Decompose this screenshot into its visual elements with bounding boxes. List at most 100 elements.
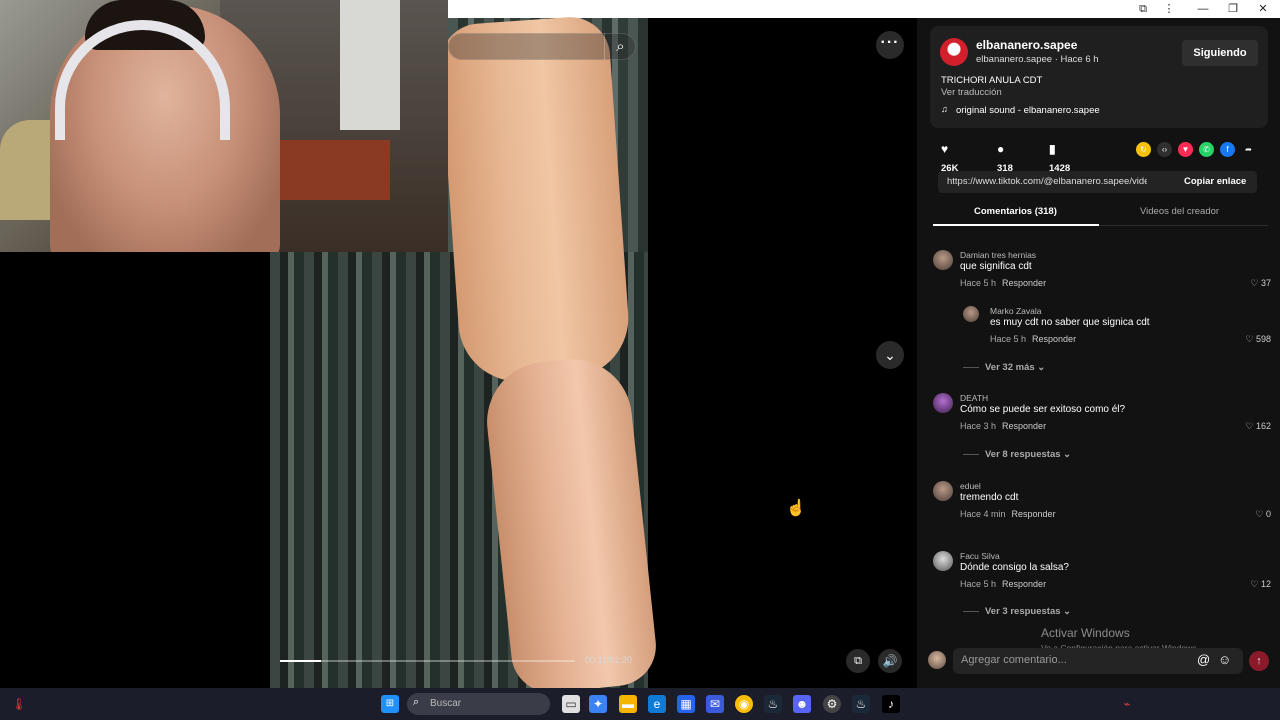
video-url[interactable]: https://www.tiktok.com/@elbananero.sapee…: [947, 176, 1147, 187]
task-view-icon[interactable]: ▭: [562, 695, 580, 713]
avatar[interactable]: [963, 306, 979, 322]
video-subject: [437, 14, 633, 386]
steam-alt-icon[interactable]: ♨: [852, 695, 870, 713]
author-card: elbananero.sapee elbananero.sapee · Hace…: [930, 26, 1268, 128]
heart-outline-icon: ♡: [1245, 421, 1256, 431]
search-icon[interactable]: ⌕: [604, 33, 636, 60]
author-name[interactable]: elbananero.sapee: [976, 38, 1077, 52]
like-stat[interactable]: ♥26K: [941, 140, 958, 174]
puzzle-icon[interactable]: ⧉: [1136, 2, 1150, 16]
comment-stat[interactable]: ●318: [997, 140, 1013, 174]
view-more-replies[interactable]: Ver 32 más ⌄: [963, 362, 1045, 373]
kebab-icon[interactable]: ⋮: [1162, 2, 1176, 16]
save-stat[interactable]: ▮1428: [1049, 140, 1070, 174]
embed-icon[interactable]: ‹›: [1157, 142, 1172, 157]
more-replies-label: Ver 3 respuestas: [985, 606, 1061, 617]
send-button[interactable]: ↑: [1249, 651, 1269, 671]
windows-start-icon[interactable]: ⊞: [381, 695, 399, 713]
comment-meta: Hace 5 h Responder: [960, 278, 1046, 288]
avatar[interactable]: [933, 393, 953, 413]
share-arrow-icon[interactable]: ➦: [1241, 142, 1256, 157]
view-more-replies[interactable]: Ver 3 respuestas ⌄: [963, 606, 1071, 617]
comment-like[interactable]: ♡ 0: [1255, 509, 1271, 520]
emoji-icon[interactable]: ☺: [1218, 652, 1231, 667]
avatar[interactable]: [928, 651, 946, 669]
comment-text: que significa cdt: [960, 261, 1032, 272]
comment-like-count: 12: [1260, 579, 1271, 589]
tiktok-icon[interactable]: ♪: [882, 695, 900, 713]
comment-user[interactable]: Marko Zavala: [990, 306, 1042, 316]
comment-like[interactable]: ♡ 598: [1245, 334, 1271, 345]
reply-button[interactable]: Responder: [1032, 334, 1076, 344]
comment-icon: ●: [997, 142, 1005, 156]
comment-time: Hace 5 h: [960, 579, 997, 589]
avatar[interactable]: [933, 551, 953, 571]
edge-icon[interactable]: e: [648, 695, 666, 713]
comment-user[interactable]: eduel: [960, 481, 981, 491]
tray-icon[interactable]: ⌁: [1118, 695, 1136, 713]
comment-like-count: 37: [1260, 278, 1271, 288]
tab-creator-videos[interactable]: Videos del creador: [1140, 206, 1219, 217]
steam-icon[interactable]: ♨: [764, 695, 782, 713]
comment-text: Dónde consigo la salsa?: [960, 562, 1069, 573]
chrome-icon[interactable]: ◉: [735, 695, 753, 713]
view-more-replies[interactable]: Ver 8 respuestas ⌄: [963, 449, 1071, 460]
author-subtitle: elbananero.sapee · Hace 6 h: [976, 54, 1099, 65]
comment-user[interactable]: Damian tres hernias: [960, 250, 1036, 260]
video-time: 00:11/01:20: [585, 655, 632, 665]
more-dots-icon[interactable]: ···: [876, 31, 904, 59]
comment-user[interactable]: Facu Silva: [960, 551, 1000, 561]
video-progress-bar[interactable]: [280, 660, 575, 662]
avatar[interactable]: [933, 250, 953, 270]
follow-button[interactable]: Siguiendo: [1182, 40, 1258, 66]
side-panel: elbananero.sapee elbananero.sapee · Hace…: [917, 18, 1280, 688]
picture-in-picture-icon[interactable]: ⧉: [846, 649, 870, 673]
settings-icon[interactable]: ⚙: [823, 695, 841, 713]
restore-button[interactable]: ❐: [1226, 2, 1240, 16]
tab-comments[interactable]: Comentarios (318): [974, 206, 1057, 217]
comment-like[interactable]: ♡ 162: [1245, 421, 1271, 432]
taskbar-search-placeholder: Buscar: [430, 698, 462, 709]
repost-icon[interactable]: ↻: [1136, 142, 1151, 157]
mail-icon[interactable]: ✉: [706, 695, 724, 713]
tab-underline: [933, 224, 1099, 226]
thermometer-icon[interactable]: 🌡: [10, 695, 28, 713]
whatsapp-icon[interactable]: ✆: [1199, 142, 1214, 157]
comment-input[interactable]: Agregar comentario... @ ☺: [953, 648, 1243, 674]
more-replies-label: Ver 8 respuestas: [985, 449, 1061, 460]
store-icon[interactable]: ▦: [677, 695, 695, 713]
comment-placeholder: Agregar comentario...: [961, 654, 1067, 666]
facebook-icon[interactable]: f: [1220, 142, 1235, 157]
chevron-down-icon[interactable]: ⌄: [876, 341, 904, 369]
reply-button[interactable]: Responder: [1012, 509, 1056, 519]
file-explorer-icon[interactable]: ▬: [619, 695, 637, 713]
comment-like[interactable]: ♡ 37: [1250, 278, 1271, 289]
heart-outline-icon: ♡: [1250, 278, 1261, 288]
bookmark-icon: ▮: [1049, 142, 1056, 156]
reply-button[interactable]: Responder: [1002, 421, 1046, 431]
comment-like[interactable]: ♡ 12: [1250, 579, 1271, 590]
minimize-button[interactable]: —: [1196, 2, 1210, 16]
webcam-table: [270, 140, 390, 200]
comment-user[interactable]: DEATH: [960, 393, 988, 403]
copilot-icon[interactable]: ✦: [589, 695, 607, 713]
author-avatar[interactable]: [940, 38, 968, 66]
webcam-door: [340, 0, 400, 130]
close-button[interactable]: ✕: [1256, 2, 1270, 16]
comment-text: Cómo se puede ser exitoso como él?: [960, 404, 1126, 415]
taskbar-search[interactable]: ⌕ Buscar: [407, 693, 550, 715]
mention-icon[interactable]: @: [1197, 652, 1210, 667]
avatar[interactable]: [933, 481, 953, 501]
volume-icon[interactable]: 🔊: [878, 649, 902, 673]
sound-link[interactable]: original sound - elbananero.sapee: [956, 105, 1100, 116]
reply-button[interactable]: Responder: [1002, 579, 1046, 589]
translate-link[interactable]: Ver traducción: [941, 87, 1002, 98]
discord-icon[interactable]: ☻: [793, 695, 811, 713]
comment-meta: Hace 5 h Responder: [960, 579, 1046, 589]
comment-like-count: 162: [1255, 421, 1271, 431]
reply-button[interactable]: Responder: [1002, 278, 1046, 288]
comment-text: tremendo cdt: [960, 492, 1019, 503]
send-to-friends-icon[interactable]: ▼: [1178, 142, 1193, 157]
hand-cursor-icon: ☝: [786, 500, 806, 517]
copy-link-button[interactable]: Copiar enlace: [1184, 176, 1246, 187]
